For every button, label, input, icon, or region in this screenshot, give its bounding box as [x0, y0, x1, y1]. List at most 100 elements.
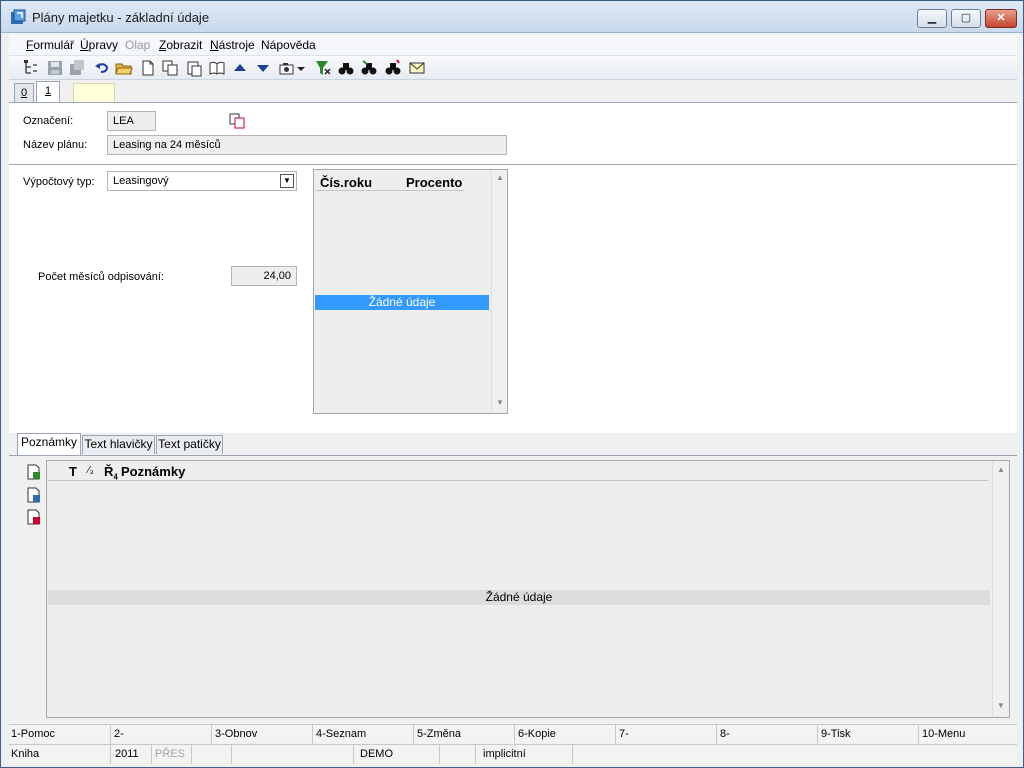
paste-icon[interactable]: [185, 59, 203, 77]
oznaceni-label: Označení:: [23, 115, 74, 127]
scroll-up-icon[interactable]: ▲: [997, 465, 1005, 474]
fkey-6[interactable]: 6-Kopie: [518, 728, 556, 740]
chevron-down-icon[interactable]: ▼: [280, 174, 294, 188]
fkey-7[interactable]: 7-: [619, 728, 629, 740]
tab-poznamky[interactable]: Poznámky: [17, 433, 81, 455]
tab-0[interactable]: 0: [14, 83, 34, 102]
fkey-10[interactable]: 10-Menu: [922, 728, 965, 740]
typ-value: Leasingový: [113, 175, 169, 187]
mail-icon[interactable]: [408, 59, 426, 77]
record-tabs: 0 1: [9, 80, 1017, 102]
status-mode: Kniha: [11, 748, 40, 760]
fkey-separator: [817, 725, 818, 744]
save-as-icon[interactable]: [68, 59, 86, 77]
find-replace-icon[interactable]: [384, 59, 402, 77]
status-separator: [151, 745, 152, 764]
save-icon[interactable]: [46, 59, 64, 77]
oznaceni-field[interactable]: LEA: [107, 111, 156, 131]
typ-select[interactable]: Leasingový ▼: [107, 171, 297, 191]
notes-scrollbar[interactable]: ▲ ▼: [992, 461, 1008, 717]
nazev-label: Název plánu:: [23, 139, 88, 151]
notes-empty-row[interactable]: Žádné údaje: [48, 590, 990, 605]
typ-label: Výpočtový typ:: [23, 176, 95, 188]
col-fraction-icon: ⁄₃: [88, 465, 94, 476]
menu-formular[interactable]: Formulář: [26, 38, 74, 52]
minimize-button[interactable]: ▁: [917, 9, 947, 28]
status-separator: [191, 745, 192, 764]
window-title: Plány majetku - základní údaje: [32, 10, 210, 25]
book-icon[interactable]: [208, 59, 226, 77]
arrow-up-icon[interactable]: [231, 59, 249, 77]
col-procento[interactable]: Procento: [406, 175, 462, 190]
rate-grid-empty-row[interactable]: Žádné údaje: [315, 295, 489, 310]
fkey-5[interactable]: 5-Změna: [417, 728, 461, 740]
fkey-separator: [413, 725, 414, 744]
status-separator: [475, 745, 476, 764]
fkey-9[interactable]: 9-Tisk: [821, 728, 851, 740]
fkey-8[interactable]: 8-: [720, 728, 730, 740]
lower-tabs: Poznámky Text hlavičky Text patičky: [9, 433, 1017, 455]
title-bar[interactable]: Plány majetku - základní údaje ▁ ▢ ✕: [1, 1, 1023, 33]
scroll-up-icon[interactable]: ▲: [496, 173, 504, 182]
new-document-icon[interactable]: [139, 59, 157, 77]
scroll-down-icon[interactable]: ▼: [496, 398, 504, 407]
status-bar: Kniha 2011 PŘES DEMO implicitní: [9, 744, 1017, 764]
menu-olap[interactable]: Olap: [125, 38, 150, 52]
copy-code-icon[interactable]: [229, 113, 245, 129]
tab-text-hlavicky[interactable]: Text hlavičky: [82, 435, 155, 454]
menu-upravy[interactable]: Úpravy: [80, 38, 118, 52]
fkey-separator: [918, 725, 919, 744]
menu-nastroje[interactable]: Nástroje: [210, 38, 255, 52]
close-button[interactable]: ✕: [985, 9, 1017, 28]
tree-icon[interactable]: [23, 59, 41, 77]
camera-icon[interactable]: [278, 59, 296, 77]
delete-note-icon[interactable]: [27, 509, 41, 525]
tab-text-paticky[interactable]: Text patičky: [156, 435, 223, 454]
nazev-field[interactable]: Leasing na 24 měsíců: [107, 135, 507, 155]
status-separator: [110, 745, 111, 764]
fkey-4[interactable]: 4-Seznam: [316, 728, 366, 740]
function-key-bar: 1-Pomoc 2- 3-Obnov 4-Seznam 5-Změna 6-Ko…: [9, 724, 1017, 744]
arrow-down-icon[interactable]: [254, 59, 272, 77]
fkey-separator: [211, 725, 212, 744]
fkey-2[interactable]: 2-: [114, 728, 124, 740]
undo-icon[interactable]: [93, 59, 111, 77]
grid-header-line: [316, 190, 464, 191]
form-panel: Označení: LEA Název plánu: Leasing na 24…: [9, 102, 1017, 723]
status-overwrite: PŘES: [155, 748, 185, 760]
col-poznamky[interactable]: Poznámky: [121, 464, 185, 479]
notes-header-line: [48, 480, 988, 481]
menu-zobrazit[interactable]: Zobrazit: [159, 38, 202, 52]
filter-icon[interactable]: [314, 59, 332, 77]
tab-empty[interactable]: [73, 83, 115, 102]
tab-1[interactable]: 1: [36, 81, 60, 102]
notes-panel: T ⁄₃ Ř4 Poznámky Žádné údaje ▲ ▼: [9, 455, 1017, 723]
fkey-separator: [615, 725, 616, 744]
col-r4-icon: Ř4: [104, 464, 118, 482]
fkey-separator: [110, 725, 111, 744]
pocet-field[interactable]: 24,00: [231, 266, 297, 286]
binoculars-icon[interactable]: [337, 59, 355, 77]
col-cis-roku[interactable]: Čís.roku: [320, 175, 372, 190]
col-t[interactable]: T: [69, 464, 77, 479]
rate-grid-scrollbar[interactable]: ▲ ▼: [491, 170, 507, 413]
maximize-button[interactable]: ▢: [951, 9, 981, 28]
copy-icon[interactable]: [161, 59, 179, 77]
rate-grid[interactable]: Čís.roku Procento Žádné údaje ▲ ▼: [313, 169, 508, 414]
status-db: DEMO: [360, 748, 393, 760]
app-icon: [11, 9, 26, 24]
dropdown-arrow-icon[interactable]: [296, 59, 306, 77]
fkey-separator: [312, 725, 313, 744]
fkey-1[interactable]: 1-Pomoc: [11, 728, 55, 740]
edit-note-icon[interactable]: [27, 487, 41, 503]
notes-grid[interactable]: T ⁄₃ Ř4 Poznámky Žádné údaje ▲ ▼: [46, 460, 1010, 718]
open-folder-icon[interactable]: [115, 59, 133, 77]
scroll-down-icon[interactable]: ▼: [997, 701, 1005, 710]
add-note-icon[interactable]: [27, 464, 41, 480]
status-profile: implicitní: [483, 748, 526, 760]
status-separator: [439, 745, 440, 764]
fkey-3[interactable]: 3-Obnov: [215, 728, 257, 740]
menu-napoveda[interactable]: Nápověda: [261, 38, 316, 52]
toolbar: [9, 56, 1017, 80]
find-next-icon[interactable]: [360, 59, 378, 77]
